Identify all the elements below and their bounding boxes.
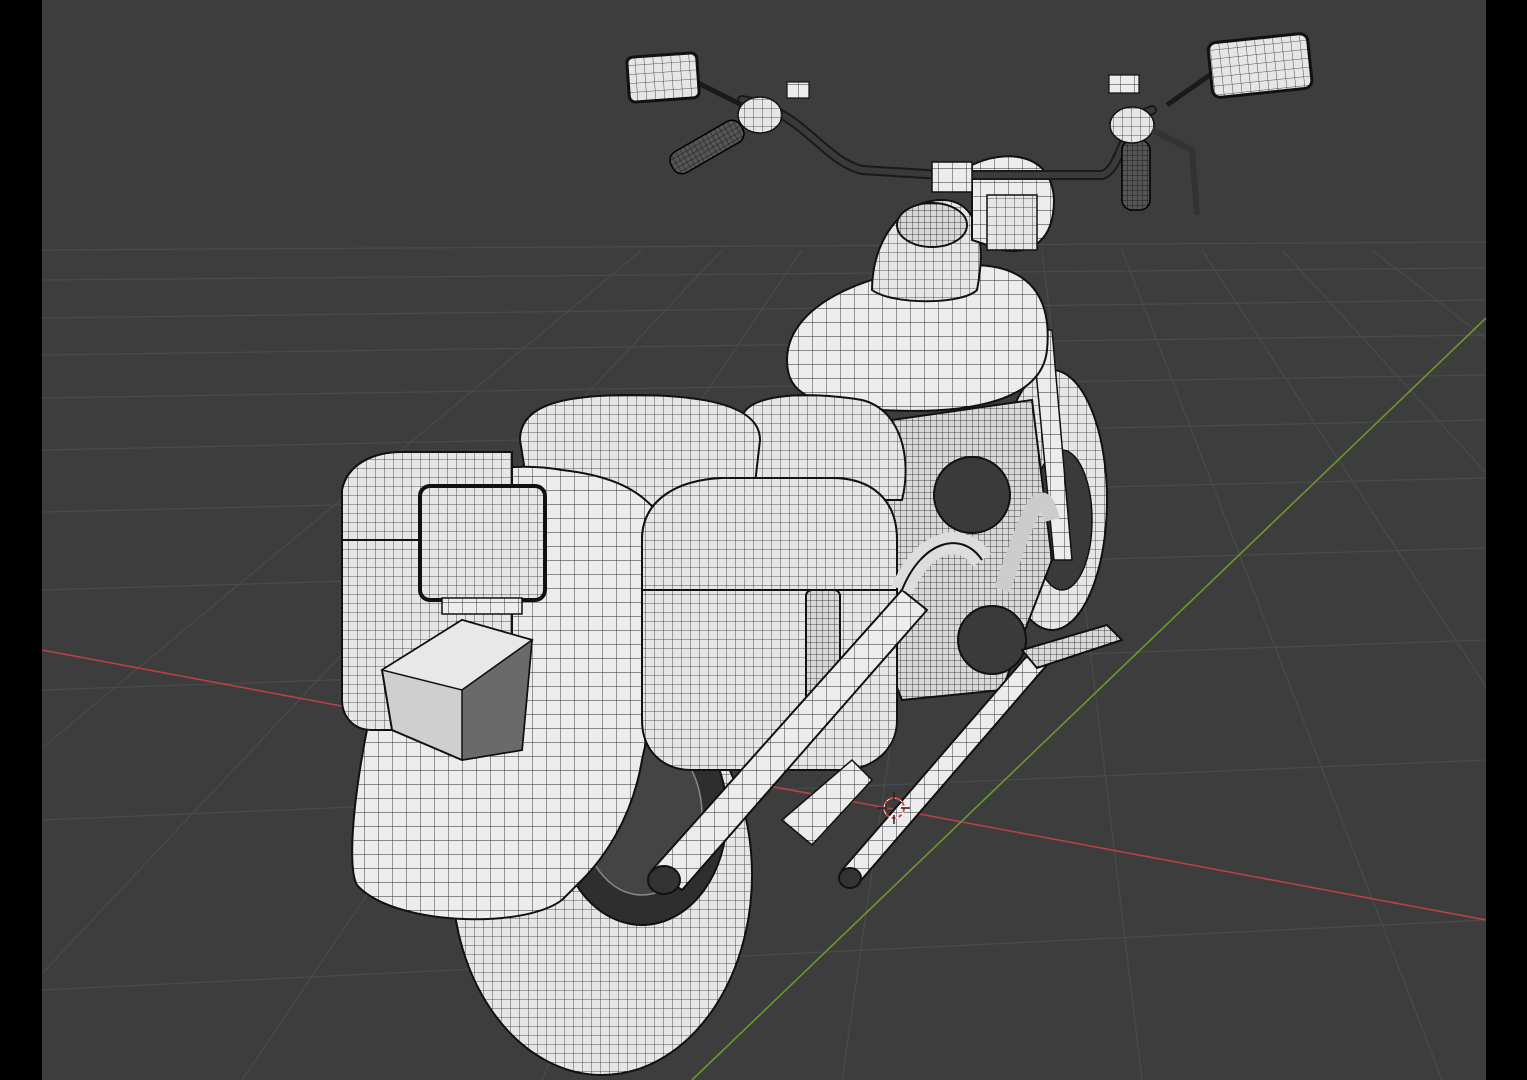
- exhaust-upper-tip: [647, 865, 681, 895]
- frame-border-left: [0, 0, 42, 1080]
- master-cyl-right: [1108, 74, 1140, 94]
- master-cyl-left: [786, 81, 810, 99]
- switch-housing-right: [1109, 106, 1155, 144]
- frame-border-right: [1486, 0, 1527, 1080]
- engine-cover: [933, 456, 1011, 534]
- plate-bracket: [441, 597, 523, 615]
- primary-cover: [957, 605, 1027, 675]
- motorcycle-model[interactable]: [341, 32, 1314, 1076]
- switch-housing-left: [737, 96, 783, 134]
- license-plate[interactable]: [418, 484, 547, 602]
- exhaust-lower-tip: [838, 867, 862, 889]
- 3d-viewport[interactable]: [42, 0, 1486, 1080]
- mirror-right[interactable]: [1206, 32, 1314, 99]
- grip-right[interactable]: [1121, 139, 1151, 211]
- saddlebag-right-lid: [641, 477, 898, 591]
- grip-left[interactable]: [666, 117, 747, 178]
- brake-lever: [1150, 127, 1200, 216]
- riser-clamp: [931, 161, 973, 193]
- mirror-left[interactable]: [625, 51, 701, 104]
- footpeg[interactable]: [1020, 623, 1124, 670]
- headlight-bracket: [986, 194, 1038, 251]
- viewport-canvas[interactable]: [42, 0, 1486, 1080]
- gauge-cluster: [896, 202, 968, 248]
